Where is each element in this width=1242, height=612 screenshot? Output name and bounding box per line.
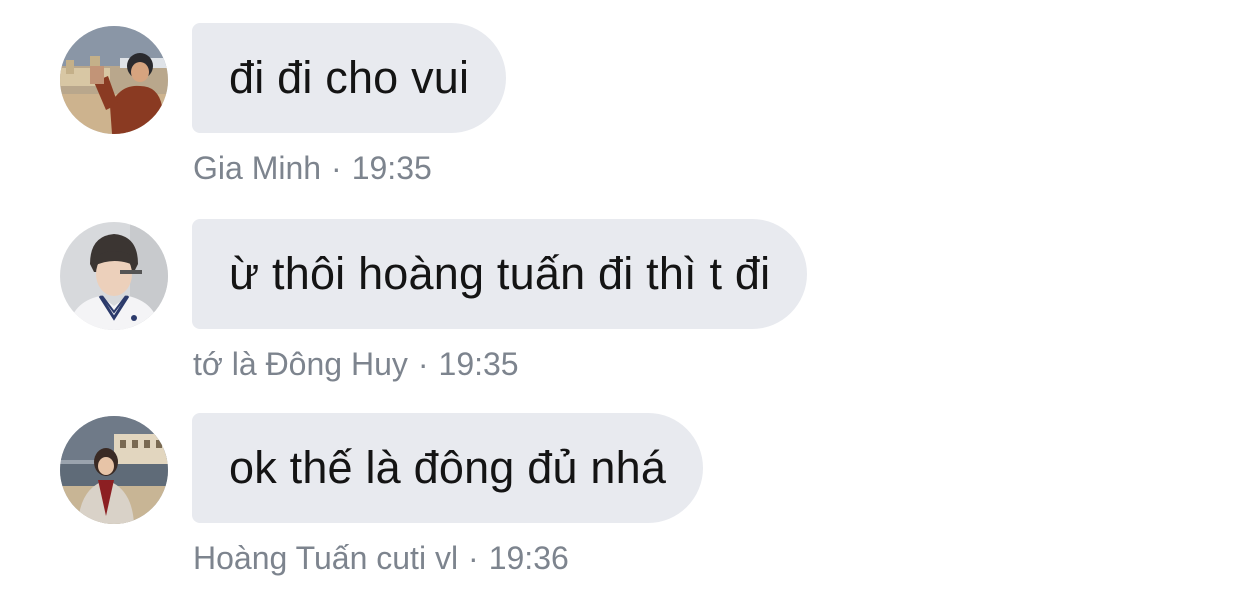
- message-text: đi đi cho vui: [229, 52, 470, 103]
- message-row: đi đi cho vui Gia Minh · 19:35: [0, 0, 1242, 196]
- message-text: ừ thôi hoàng tuấn đi thì t đi: [229, 248, 771, 299]
- message-meta: Gia Minh · 19:35: [193, 150, 432, 187]
- timestamp: 19:35: [438, 346, 519, 382]
- user-avatar-photo-icon: [60, 416, 168, 524]
- message-row: ok thế là đông đủ nhá Hoàng Tuấn cuti vl…: [0, 392, 1242, 602]
- message-meta: Hoàng Tuấn cuti vl · 19:36: [193, 540, 569, 577]
- message-row: ừ thôi hoàng tuấn đi thì t đi tớ là Đông…: [0, 196, 1242, 392]
- separator: ·: [417, 346, 429, 382]
- sender-name[interactable]: Hoàng Tuấn cuti vl: [193, 540, 458, 576]
- avatar[interactable]: [60, 416, 168, 524]
- message-bubble[interactable]: ừ thôi hoàng tuấn đi thì t đi: [192, 219, 808, 329]
- timestamp: 19:35: [351, 150, 432, 186]
- timestamp: 19:36: [488, 540, 569, 576]
- avatar[interactable]: [60, 26, 168, 134]
- message-bubble[interactable]: ok thế là đông đủ nhá: [192, 413, 704, 523]
- sender-name[interactable]: tớ là Đông Huy: [193, 346, 408, 382]
- message-bubble[interactable]: đi đi cho vui: [192, 23, 507, 133]
- user-avatar-photo-icon: [60, 222, 168, 330]
- separator: ·: [331, 150, 342, 186]
- message-meta: tớ là Đông Huy · 19:35: [193, 346, 519, 383]
- avatar[interactable]: [60, 222, 168, 330]
- user-avatar-photo-icon: [60, 26, 168, 134]
- sender-name[interactable]: Gia Minh: [193, 150, 321, 186]
- message-text: ok thế là đông đủ nhá: [229, 442, 667, 493]
- separator: ·: [468, 540, 479, 576]
